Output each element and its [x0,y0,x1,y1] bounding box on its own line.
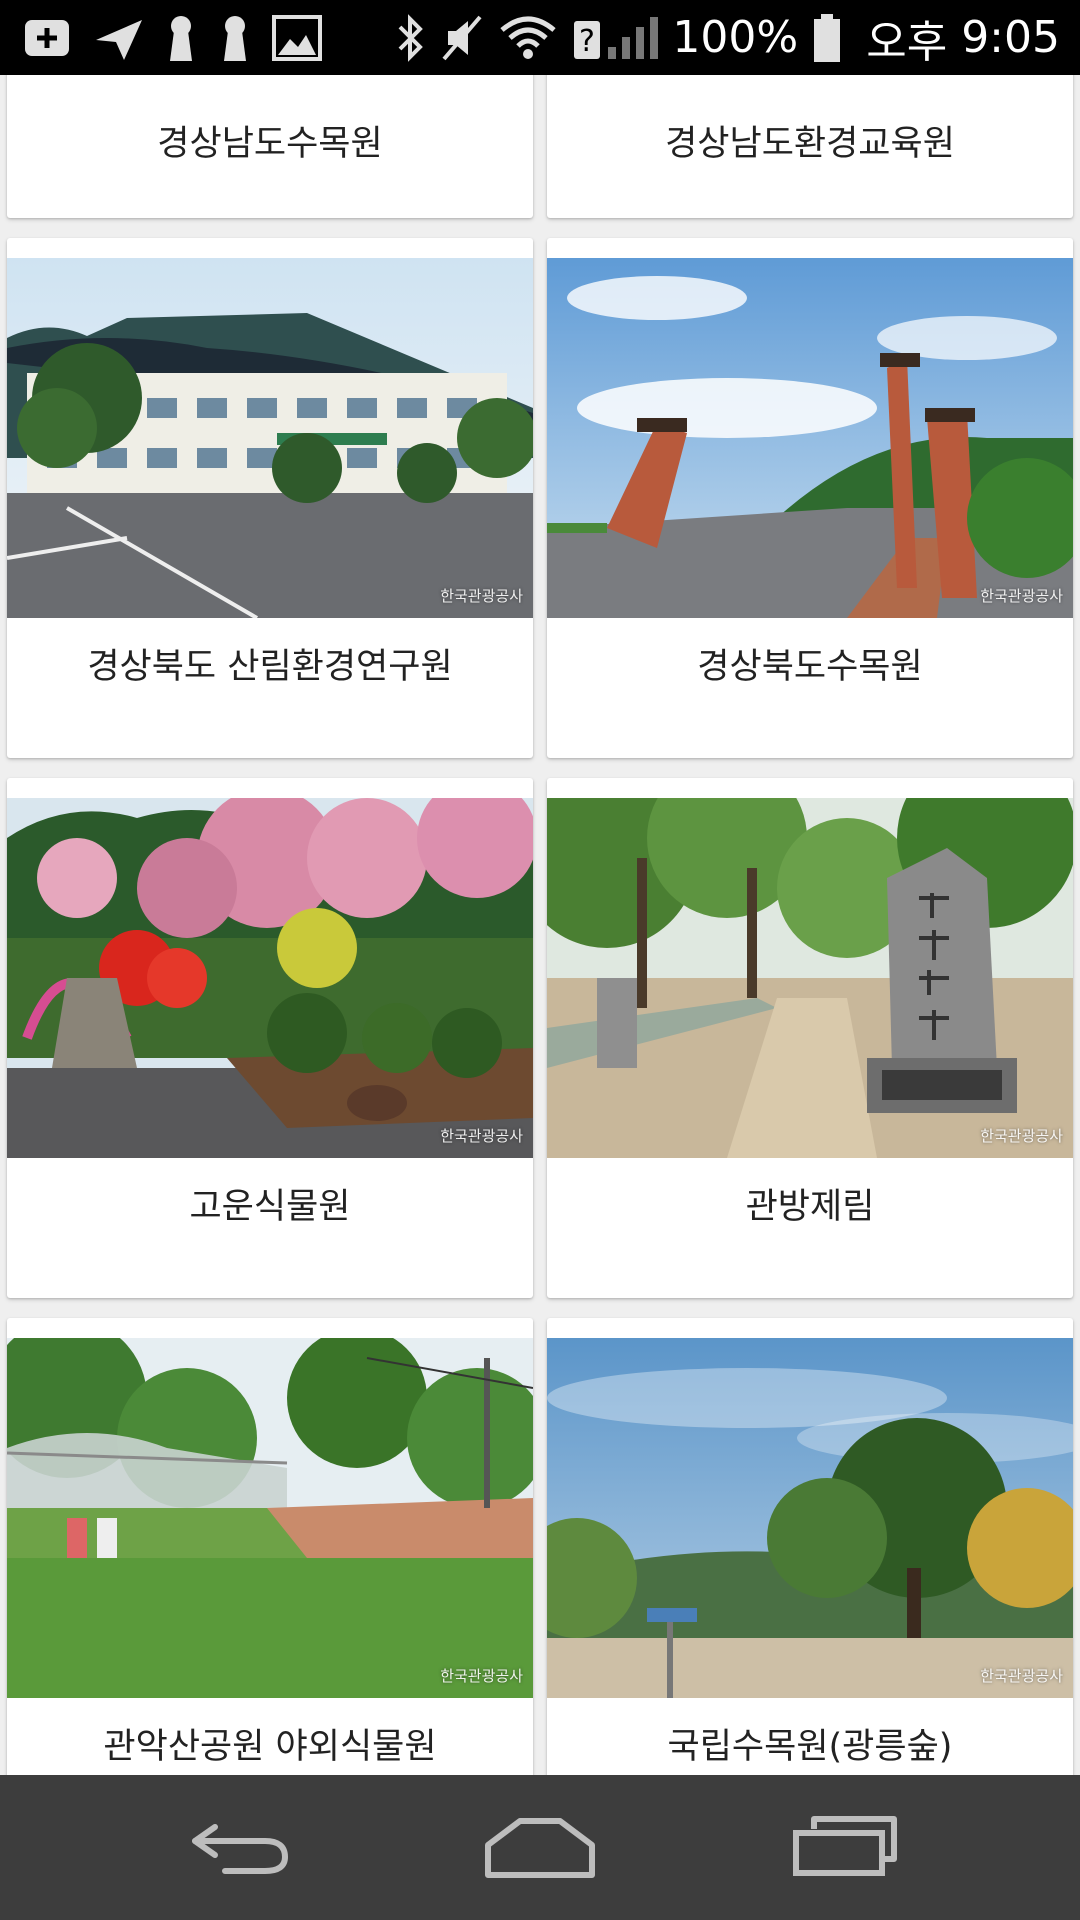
watermark-text: 한국관광공사 [440,1667,523,1685]
recent-apps-icon [793,1816,897,1876]
list-item-card[interactable]: 한국관광공사 관악산공원 야외식물원 [7,1318,533,1775]
card-title: 경상북도수목원 [697,647,923,687]
watermark-text: 한국관광공사 [980,587,1063,605]
card-title: 관방제림 [745,1187,875,1227]
list-item-card[interactable]: 한국관광공사 관방제림 [547,778,1073,1298]
send-icon [92,16,144,60]
card-thumbnail: 한국관광공사 [547,798,1073,1158]
back-icon [192,1824,289,1874]
clock-ampm: 오후 [866,16,948,68]
wifi-icon [498,14,558,62]
bluetooth-icon [394,13,426,63]
mute-icon [440,13,484,63]
navigation-bar [0,1775,1080,1920]
watermark-text: 한국관광공사 [440,1127,523,1145]
battery-percent: 100% [672,12,799,63]
image-icon [272,14,322,61]
list-item-card[interactable]: 한국관광공사 고운식물원 [7,778,533,1298]
card-title: 고운식물원 [189,1187,351,1227]
card-thumbnail: 한국관광공사 [7,258,533,618]
notification-icons [22,0,322,75]
card-title: 경상남도환경교육원 [665,124,955,164]
signal-unknown-icon: ? [572,13,659,63]
recent-apps-button[interactable] [765,1797,925,1897]
card-thumbnail: 한국관광공사 [547,1338,1073,1698]
card-title: 관악산공원 야외식물원 [103,1727,437,1767]
card-title: 국립수목원(광릉숲) [667,1727,953,1767]
battery-icon [812,12,842,64]
card-title: 경상북도 산림환경연구원 [87,647,453,687]
card-thumbnail: 한국관광공사 [7,1338,533,1698]
status-bar: ? 100% 오후 9:05 [0,0,1080,75]
list-item-card[interactable]: 한국관광공사 경상북도수목원 [547,238,1073,758]
card-thumbnail: 한국관광공사 [547,258,1073,618]
add-notification-icon [22,16,72,60]
list-item-card[interactable]: 경상남도환경교육원 [547,75,1073,218]
system-icons: ? 100% 오후 9:05 [394,0,1060,75]
watermark-text: 한국관광공사 [980,1667,1063,1685]
back-button[interactable] [160,1797,320,1897]
card-thumbnail: 한국관광공사 [7,798,533,1158]
watermark-text: 한국관광공사 [440,587,523,605]
svg-text:?: ? [579,24,595,59]
card-title: 경상남도수목원 [157,124,383,164]
home-button[interactable] [460,1797,620,1897]
arboretum-list[interactable]: 경상남도수목원 경상남도환경교육원 한국관광공사 경상북도 산림환경연구원 한국… [0,75,1080,1775]
list-item-card[interactable]: 경상남도수목원 [7,75,533,218]
clock-time: 9:05 [961,12,1060,63]
keyhole-icon [218,13,252,63]
list-item-card[interactable]: 한국관광공사 국립수목원(광릉숲) [547,1318,1073,1775]
home-icon [485,1818,595,1878]
watermark-text: 한국관광공사 [980,1127,1063,1145]
keyhole-icon [164,13,198,63]
list-item-card[interactable]: 한국관광공사 경상북도 산림환경연구원 [7,238,533,758]
